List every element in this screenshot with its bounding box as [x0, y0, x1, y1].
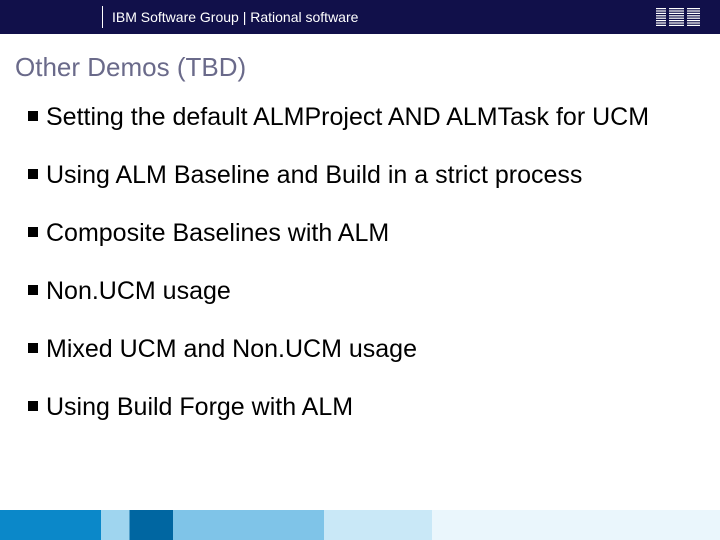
ibm-logo-icon	[656, 8, 700, 26]
bullet-text: Setting the default ALMProject AND ALMTa…	[46, 101, 649, 133]
slide-title: Other Demos (TBD)	[0, 34, 720, 93]
bullet-icon	[28, 111, 38, 121]
bullet-text: Composite Baselines with ALM	[46, 217, 389, 249]
bullet-text: Using ALM Baseline and Build in a strict…	[46, 159, 582, 191]
header-bar: IBM Software Group | Rational software	[0, 0, 720, 34]
list-item: Using ALM Baseline and Build in a strict…	[28, 159, 700, 191]
bullet-text: Non.UCM usage	[46, 275, 231, 307]
list-item: Setting the default ALMProject AND ALMTa…	[28, 101, 700, 133]
bullet-text: Mixed UCM and Non.UCM usage	[46, 333, 417, 365]
bullet-icon	[28, 169, 38, 179]
header-text: IBM Software Group | Rational software	[112, 9, 358, 25]
header-divider	[102, 6, 103, 28]
list-item: Composite Baselines with ALM	[28, 217, 700, 249]
bullet-icon	[28, 401, 38, 411]
list-item: Using Build Forge with ALM	[28, 391, 700, 423]
bullet-icon	[28, 285, 38, 295]
footer-decoration	[0, 510, 720, 540]
content-area: Setting the default ALMProject AND ALMTa…	[0, 93, 720, 423]
bullet-text: Using Build Forge with ALM	[46, 391, 353, 423]
bullet-icon	[28, 227, 38, 237]
bullet-icon	[28, 343, 38, 353]
list-item: Mixed UCM and Non.UCM usage	[28, 333, 700, 365]
list-item: Non.UCM usage	[28, 275, 700, 307]
